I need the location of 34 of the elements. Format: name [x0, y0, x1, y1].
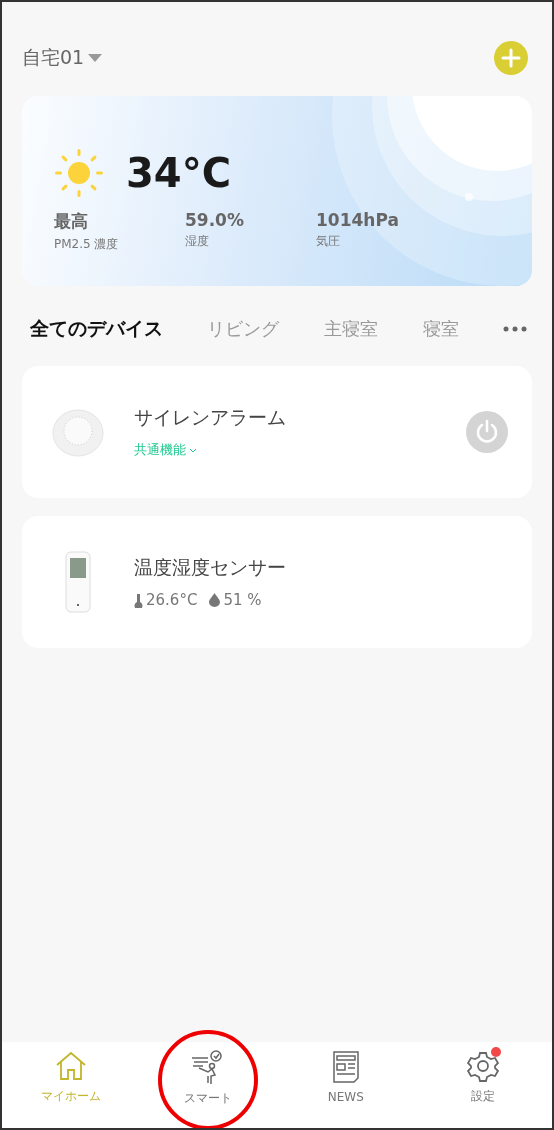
- sun-icon: [54, 148, 104, 198]
- newspaper-icon: [330, 1050, 361, 1084]
- temperature-text: 34°C: [126, 150, 232, 196]
- temperature-reading: 26.6°C: [134, 591, 198, 609]
- droplet-icon: [209, 593, 221, 607]
- stat-value: 59.0%: [185, 210, 245, 230]
- stat-label: PM2.5 濃度: [54, 236, 120, 253]
- more-dots-icon: [503, 326, 527, 332]
- stat-value: 最高: [54, 210, 89, 233]
- device-card[interactable]: サイレンアラーム 共通機能: [22, 366, 532, 498]
- nav-tab[interactable]: スマート: [139, 1042, 277, 1128]
- chevron-down-icon: [189, 447, 197, 453]
- room-tab[interactable]: リビング: [207, 317, 279, 341]
- device-name: 温度湿度センサー: [134, 555, 287, 580]
- thermometer-icon: [134, 592, 143, 608]
- settings-icon: [467, 1050, 500, 1082]
- device-name: サイレンアラーム: [134, 405, 287, 430]
- plus-icon: [501, 48, 521, 68]
- siren-icon: [52, 407, 104, 457]
- stat-value: 1014hPa: [316, 210, 400, 230]
- nav-tab[interactable]: NEWS: [277, 1042, 415, 1128]
- stat-label: 湿度: [185, 233, 210, 250]
- humidity-reading: 51 %: [209, 591, 262, 609]
- power-icon: [474, 419, 500, 445]
- home-selector[interactable]: 自宅01: [22, 45, 103, 71]
- room-tab[interactable]: 全てのデバイス: [30, 316, 163, 342]
- power-button[interactable]: [466, 411, 508, 453]
- nav-tab[interactable]: 設定: [414, 1042, 552, 1128]
- add-button[interactable]: [494, 41, 528, 75]
- device-card[interactable]: 温度湿度センサー 26.6°C 51 %: [22, 516, 532, 648]
- room-tab[interactable]: 主寝室: [324, 317, 378, 341]
- room-tab[interactable]: 寝室: [423, 317, 459, 341]
- dropdown-caret-icon: [88, 54, 103, 62]
- stat-label: 気圧: [316, 233, 341, 250]
